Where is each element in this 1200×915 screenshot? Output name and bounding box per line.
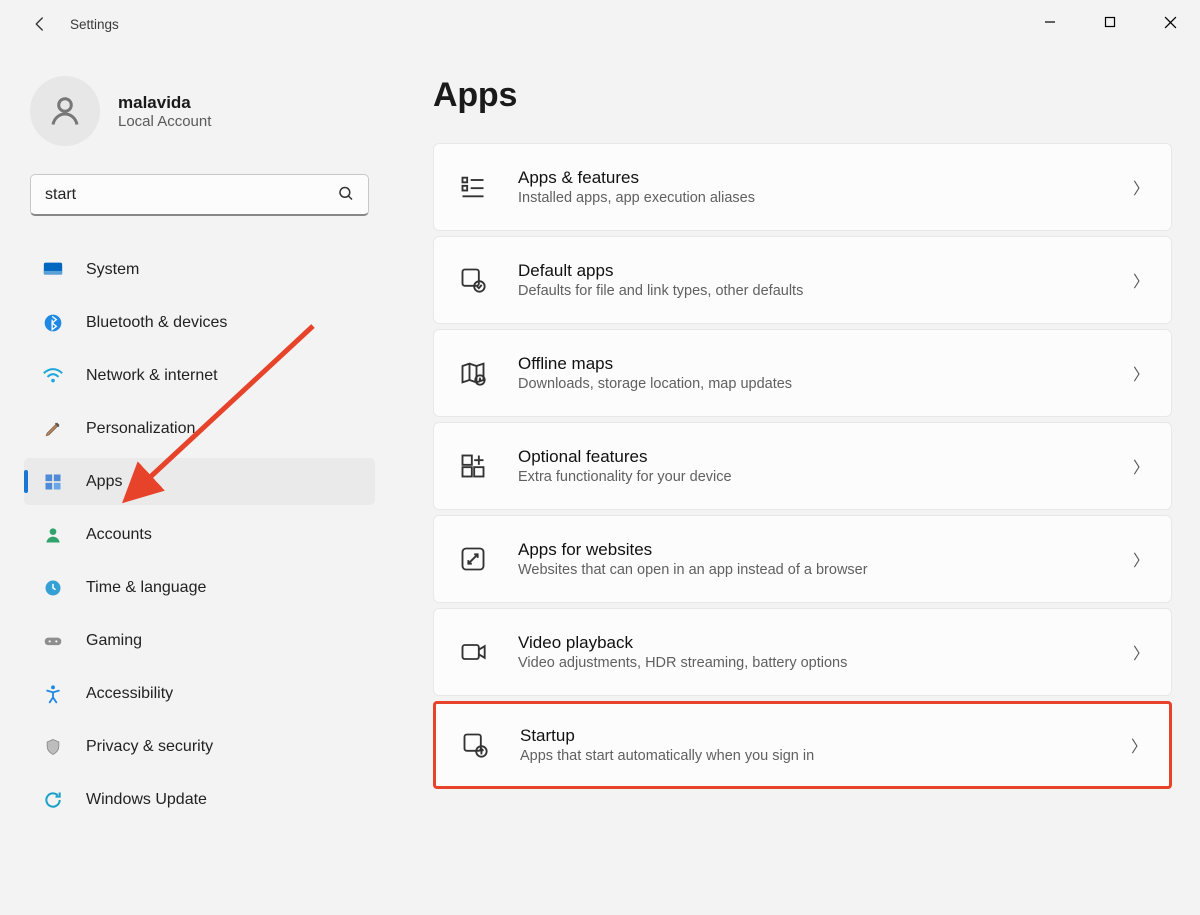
sidebar-item-accounts[interactable]: Accounts (24, 511, 375, 558)
card-offline-maps[interactable]: Offline maps Downloads, storage location… (433, 329, 1172, 417)
card-apps-websites[interactable]: Apps for websites Websites that can open… (433, 515, 1172, 603)
chevron-right-icon: 〉 (1133, 640, 1149, 664)
card-subtitle: Websites that can open in an app instead… (518, 562, 1133, 578)
user-name: malavida (118, 93, 211, 113)
chevron-right-icon: 〉 (1133, 454, 1149, 478)
sidebar-item-label: Windows Update (86, 791, 207, 809)
gaming-icon (40, 630, 66, 652)
brush-icon (40, 418, 66, 440)
card-apps-features[interactable]: Apps & features Installed apps, app exec… (433, 143, 1172, 231)
search-wrap (30, 174, 369, 216)
card-title: Startup (520, 726, 1131, 746)
close-button[interactable] (1140, 0, 1200, 44)
sidebar-item-bluetooth[interactable]: Bluetooth & devices (24, 299, 375, 346)
video-icon (456, 635, 490, 669)
system-icon (40, 259, 66, 281)
maximize-button[interactable] (1080, 0, 1140, 44)
sidebar-item-accessibility[interactable]: Accessibility (24, 670, 375, 717)
user-subtitle: Local Account (118, 113, 211, 130)
sidebar-item-label: Accessibility (86, 685, 173, 703)
card-subtitle: Downloads, storage location, map updates (518, 376, 1133, 392)
accessibility-icon (40, 683, 66, 705)
sidebar-item-system[interactable]: System (24, 246, 375, 293)
clock-icon (40, 577, 66, 599)
maximize-icon (1104, 16, 1116, 28)
apps-icon (40, 471, 66, 493)
card-startup[interactable]: Startup Apps that start automatically wh… (433, 701, 1172, 789)
chevron-right-icon: 〉 (1133, 175, 1149, 199)
sidebar-item-label: Gaming (86, 632, 142, 650)
card-subtitle: Video adjustments, HDR streaming, batter… (518, 655, 1133, 671)
sidebar-item-network[interactable]: Network & internet (24, 352, 375, 399)
window-title: Settings (70, 17, 119, 32)
map-icon (456, 356, 490, 390)
sidebar-item-gaming[interactable]: Gaming (24, 617, 375, 664)
features-icon (456, 449, 490, 483)
link-icon (456, 542, 490, 576)
card-title: Default apps (518, 261, 1133, 281)
card-default-apps[interactable]: Default apps Defaults for file and link … (433, 236, 1172, 324)
titlebar: Settings (0, 0, 1200, 48)
card-subtitle: Defaults for file and link types, other … (518, 283, 1133, 299)
sidebar-item-update[interactable]: Windows Update (24, 776, 375, 823)
window-controls (1020, 0, 1200, 44)
chevron-right-icon: 〉 (1131, 733, 1147, 757)
bluetooth-icon (40, 312, 66, 334)
sidebar: malavida Local Account System Bluetoot (0, 48, 385, 915)
back-button[interactable] (20, 4, 60, 44)
card-title: Optional features (518, 447, 1133, 467)
sidebar-item-personalization[interactable]: Personalization (24, 405, 375, 452)
default-apps-icon (456, 263, 490, 297)
search-input[interactable] (30, 174, 369, 216)
sidebar-item-privacy[interactable]: Privacy & security (24, 723, 375, 770)
card-title: Apps for websites (518, 540, 1133, 560)
chevron-right-icon: 〉 (1133, 268, 1149, 292)
sidebar-item-label: Accounts (86, 526, 152, 544)
startup-icon (458, 728, 492, 762)
avatar (30, 76, 100, 146)
shield-icon (40, 736, 66, 758)
search-icon[interactable] (337, 185, 355, 206)
update-icon (40, 789, 66, 811)
sidebar-item-label: Apps (86, 473, 122, 491)
card-title: Offline maps (518, 354, 1133, 374)
main-content: Apps Apps & features Installed apps, app… (385, 48, 1200, 915)
minimize-icon (1044, 16, 1056, 28)
sidebar-item-apps[interactable]: Apps (24, 458, 375, 505)
user-profile[interactable]: malavida Local Account (24, 76, 375, 146)
sidebar-item-label: Network & internet (86, 367, 218, 385)
minimize-button[interactable] (1020, 0, 1080, 44)
sidebar-item-time[interactable]: Time & language (24, 564, 375, 611)
chevron-right-icon: 〉 (1133, 361, 1149, 385)
page-title: Apps (433, 76, 1172, 115)
person-icon (47, 93, 83, 129)
card-video-playback[interactable]: Video playback Video adjustments, HDR st… (433, 608, 1172, 696)
card-title: Video playback (518, 633, 1133, 653)
sidebar-item-label: Personalization (86, 420, 195, 438)
card-subtitle: Extra functionality for your device (518, 469, 1133, 485)
back-arrow-icon (36, 18, 42, 30)
card-title: Apps & features (518, 168, 1133, 188)
apps-features-icon (456, 170, 490, 204)
card-optional-features[interactable]: Optional features Extra functionality fo… (433, 422, 1172, 510)
sidebar-item-label: Privacy & security (86, 738, 213, 756)
accounts-icon (40, 524, 66, 546)
close-icon (1164, 16, 1177, 29)
card-subtitle: Apps that start automatically when you s… (520, 748, 1131, 764)
card-subtitle: Installed apps, app execution aliases (518, 190, 1133, 206)
wifi-icon (40, 365, 66, 387)
sidebar-item-label: System (86, 261, 139, 279)
chevron-right-icon: 〉 (1133, 547, 1149, 571)
nav-list: System Bluetooth & devices Network & int… (24, 246, 375, 823)
sidebar-item-label: Bluetooth & devices (86, 314, 227, 332)
cards-list: Apps & features Installed apps, app exec… (433, 143, 1172, 789)
sidebar-item-label: Time & language (86, 579, 206, 597)
